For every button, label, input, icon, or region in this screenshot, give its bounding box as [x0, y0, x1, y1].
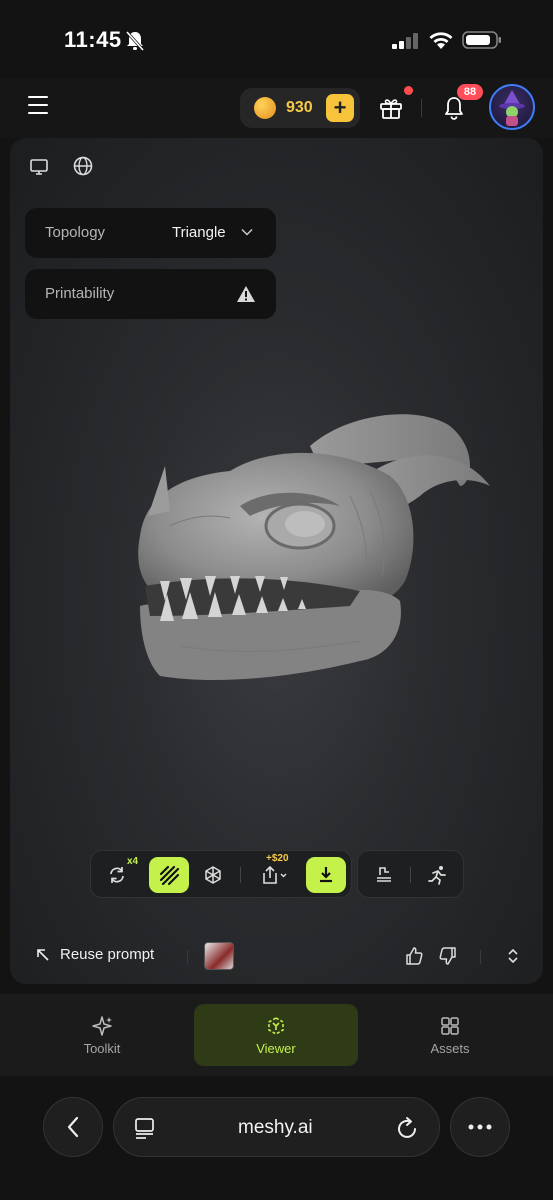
bell-off-icon [125, 31, 145, 51]
wifi-icon [429, 32, 453, 49]
thumbs-up-icon[interactable] [404, 946, 424, 966]
cube-icon [268, 1017, 284, 1035]
bottom-tab-bar: Toolkit Viewer Assets [0, 994, 553, 1076]
toolbar-divider [410, 867, 411, 883]
tab-toolkit[interactable]: Toolkit [20, 1004, 184, 1066]
footer-divider [480, 950, 481, 964]
sparkle-icon [92, 1016, 112, 1036]
topology-value: Triangle [172, 224, 226, 241]
texture-icon [159, 865, 180, 886]
add-credits-button[interactable]: + [326, 94, 354, 122]
back-button[interactable] [43, 1097, 103, 1157]
regenerate-count: x4 [127, 856, 139, 867]
notification-badge: 88 [457, 84, 483, 100]
toolbar-divider [240, 867, 241, 883]
thumbs-down-icon[interactable] [438, 946, 458, 966]
header-divider [421, 99, 422, 117]
download-button[interactable] [306, 857, 346, 893]
battery-icon [462, 31, 501, 49]
warning-icon [237, 286, 255, 302]
remesh-button[interactable] [364, 857, 404, 893]
model-viewer[interactable]: Topology Triangle Printability x4 +$20 R… [10, 138, 543, 984]
gift-icon[interactable] [378, 95, 404, 121]
printability-row[interactable]: Printability [25, 269, 276, 319]
credit-count: 930 [286, 99, 313, 116]
address-bar[interactable]: meshy.ai [113, 1097, 440, 1157]
coin-icon [254, 97, 276, 119]
arrow-up-left-icon [37, 948, 49, 961]
mesh-icon [205, 866, 221, 884]
reuse-prompt-button[interactable]: Reuse prompt [36, 946, 154, 963]
footer-divider [187, 950, 188, 964]
prompt-image-thumbnail[interactable] [204, 942, 234, 970]
texture-toggle-button[interactable] [149, 857, 189, 893]
menu-icon[interactable] [28, 96, 52, 120]
reuse-prompt-label: Reuse prompt [60, 946, 155, 963]
topology-selector[interactable]: Topology Triangle [25, 208, 276, 258]
viewer-toolbar: x4 +$20 [90, 850, 352, 898]
tab-label: Assets [430, 1041, 470, 1056]
animate-icon [428, 866, 446, 885]
viewer-footer: Reuse prompt [10, 938, 543, 974]
credits-pill[interactable]: 930 + [240, 88, 360, 128]
remesh-icon [377, 867, 391, 882]
status-time: 11:45 [64, 27, 122, 52]
tab-assets[interactable]: Assets [368, 1004, 532, 1066]
gift-indicator-dot [404, 86, 413, 95]
export-price-badge: +$20 [266, 853, 289, 864]
tabs-icon[interactable] [134, 1117, 156, 1139]
back-icon [67, 1116, 79, 1138]
mesh-view-button[interactable] [193, 857, 233, 893]
tab-viewer[interactable]: Viewer [194, 1004, 358, 1066]
chevron-down-icon [241, 228, 253, 236]
globe-icon[interactable] [72, 155, 94, 177]
refresh-icon [110, 867, 124, 883]
share-icon [263, 865, 287, 884]
tab-label: Toolkit [83, 1041, 121, 1056]
status-bar: 11:45 [0, 0, 553, 78]
chevron-up-down-icon[interactable] [503, 946, 523, 966]
browser-toolbar: meshy.ai [0, 1076, 553, 1200]
animate-button[interactable] [418, 857, 458, 893]
tab-label: Viewer [256, 1041, 296, 1056]
reload-icon[interactable] [397, 1116, 419, 1140]
signal-icon [392, 33, 418, 49]
dragon-head-model[interactable] [120, 406, 500, 706]
monitor-icon[interactable] [28, 156, 50, 178]
topology-label: Topology [45, 224, 106, 241]
avatar[interactable] [489, 84, 535, 130]
more-icon [468, 1124, 492, 1130]
url-text: meshy.ai [238, 1117, 313, 1138]
more-button[interactable] [450, 1097, 510, 1157]
printability-label: Printability [45, 285, 115, 302]
viewer-toolbar-secondary [357, 850, 464, 898]
download-icon [320, 867, 332, 883]
grid-icon [441, 1017, 459, 1035]
